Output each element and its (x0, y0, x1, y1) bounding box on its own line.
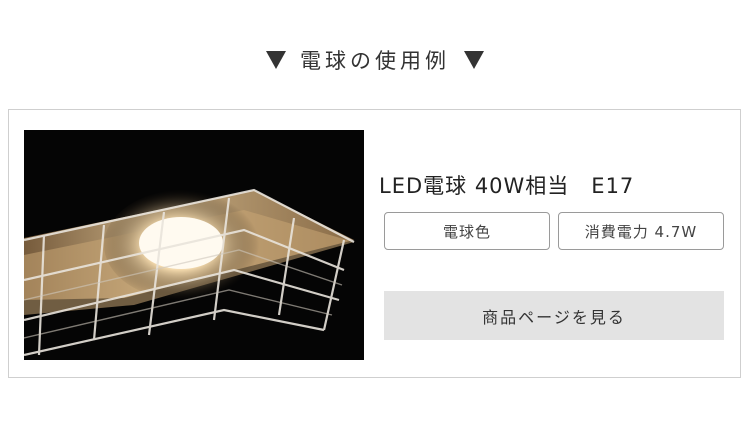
product-title: LED電球 40W相当 E17 (379, 174, 635, 198)
section-heading: 電球の使用例 (0, 44, 750, 76)
section-heading-text: 電球の使用例 (300, 49, 450, 73)
spec-badge-power: 消費電力 4.7W (558, 212, 724, 250)
view-product-button[interactable]: 商品ページを見る (384, 291, 724, 340)
triangle-down-icon (464, 51, 484, 69)
product-photo (24, 130, 364, 360)
triangle-down-icon (266, 51, 286, 69)
spec-badge-color: 電球色 (384, 212, 550, 250)
product-card: LED電球 40W相当 E17 電球色 消費電力 4.7W 商品ページを見る (8, 109, 741, 378)
